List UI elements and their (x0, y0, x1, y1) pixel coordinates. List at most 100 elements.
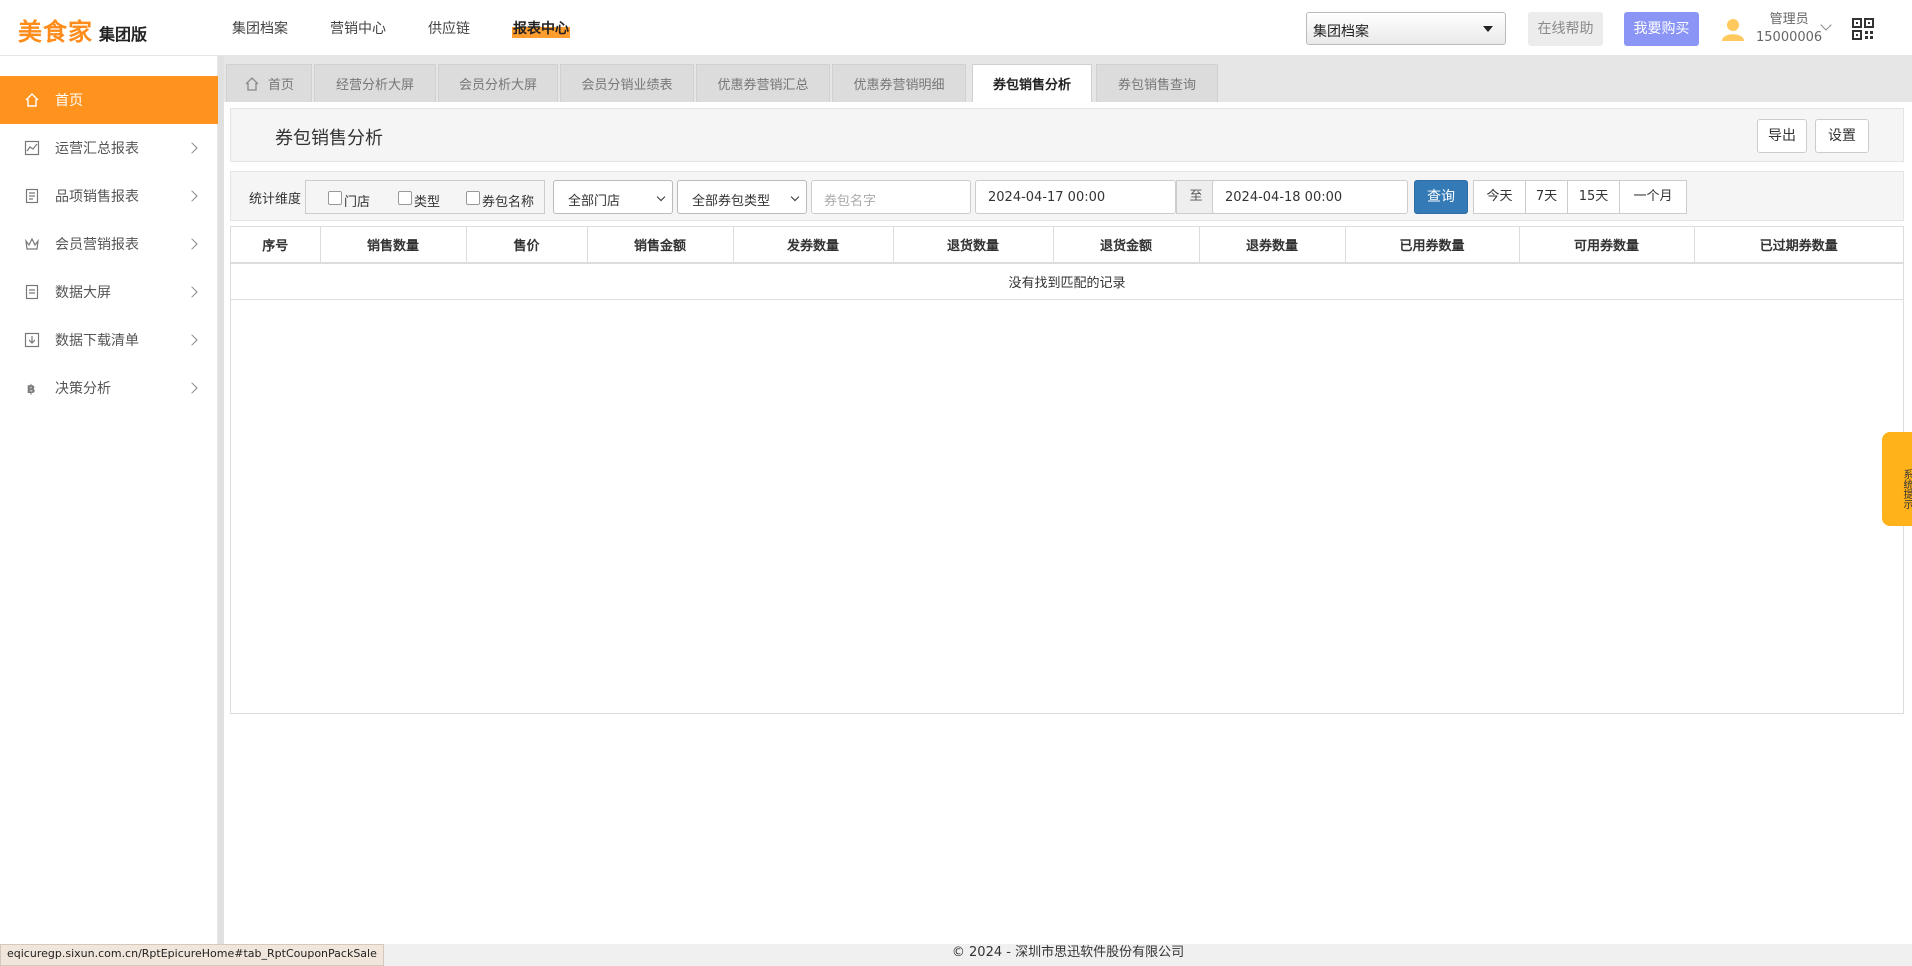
sidebar-item-label: 品项销售报表 (55, 189, 139, 205)
column-header[interactable]: 退货数量 (893, 227, 1054, 264)
type-checkbox-label: 类型 (414, 195, 441, 210)
logo[interactable]: 美食家 集团版 (18, 12, 147, 47)
online-help-button[interactable]: 在线帮助 (1528, 12, 1603, 46)
tab-coupon-marketing-detail[interactable]: 优惠券营销明细 (832, 64, 966, 102)
user-id: 15000006 (1756, 30, 1823, 45)
sidebar-item-label: 数据大屏 (55, 285, 111, 301)
tab-coupon-pack-sales-analysis[interactable]: 券包销售分析 (972, 64, 1092, 102)
tab-label: 优惠券营销明细 (853, 78, 945, 93)
pack-name-input[interactable]: 券包名字 (811, 180, 971, 214)
column-header[interactable]: 已用券数量 (1345, 227, 1520, 264)
pack-type-select-value: 全部券包类型 (692, 194, 771, 209)
store-select-value: 全部门店 (568, 194, 621, 209)
group-select-value: 集团档案 (1313, 24, 1369, 40)
tab-label: 券包销售查询 (1117, 78, 1196, 93)
sidebar-item-home[interactable]: 首页 (0, 76, 218, 124)
column-header[interactable]: 售价 (466, 227, 588, 264)
bitcoin-icon: ฿ (24, 380, 40, 396)
range-month-button[interactable]: 一个月 (1619, 180, 1687, 214)
pack-name-checkbox[interactable] (466, 191, 480, 205)
chevron-right-icon (186, 334, 198, 346)
download-icon (24, 332, 40, 348)
footer-copyright: © 2024 - 深圳市思迅软件股份有限公司 (951, 945, 1185, 960)
nav-marketing-center[interactable]: 营销中心 (330, 18, 386, 38)
export-button[interactable]: 导出 (1757, 119, 1807, 153)
user-avatar-icon[interactable] (1720, 16, 1746, 42)
nav-group-archive[interactable]: 集团档案 (232, 18, 288, 38)
column-header[interactable]: 销售数量 (320, 227, 467, 264)
tab-label: 会员分析大屏 (458, 78, 537, 93)
tab-bar: 首页 经营分析大屏 会员分析大屏 会员分销业绩表 优惠券营销汇总 优惠券营销明细… (224, 56, 1912, 102)
home-icon (245, 76, 259, 91)
tab-member-distribution-performance[interactable]: 会员分销业绩表 (560, 64, 694, 102)
empty-message: 没有找到匹配的记录 (231, 263, 1903, 300)
range-7days-button[interactable]: 7天 (1525, 180, 1568, 214)
sidebar-item-item-sales[interactable]: 品项销售报表 (0, 172, 218, 220)
tab-business-analysis-screen[interactable]: 经营分析大屏 (314, 64, 436, 102)
screen-icon (24, 284, 40, 300)
chevron-right-icon (186, 382, 198, 394)
table-row: 没有找到匹配的记录 (231, 263, 1903, 300)
tab-coupon-pack-sales-query[interactable]: 券包销售查询 (1096, 64, 1218, 102)
settings-button[interactable]: 设置 (1815, 119, 1869, 153)
chevron-right-icon (186, 190, 198, 202)
top-bar: 美食家 集团版 集团档案 营销中心 供应链 报表中心 集团档案 在线帮助 我要购… (0, 0, 1912, 56)
system-tip-tab[interactable]: 系统提示 (1882, 432, 1912, 526)
tab-label: 券包销售分析 (992, 78, 1071, 93)
edition-label: 集团版 (99, 25, 148, 44)
panel-header: 券包销售分析 导出 设置 (230, 108, 1904, 162)
range-today-button[interactable]: 今天 (1473, 180, 1526, 214)
tab-label: 经营分析大屏 (335, 78, 414, 93)
column-header[interactable]: 可用券数量 (1519, 227, 1695, 264)
caret-down-icon (1483, 26, 1493, 32)
sidebar: 首页 运营汇总报表 品项销售报表 会员营销报表 数据大屏 数据下载清单 ฿ 决策… (0, 56, 218, 966)
user-role: 管理员 (1769, 12, 1809, 27)
column-header[interactable]: 退货金额 (1053, 227, 1200, 264)
tab-label: 优惠券营销汇总 (717, 78, 809, 93)
crown-icon (24, 236, 40, 252)
trend-chart-icon (24, 140, 40, 156)
sidebar-item-member-marketing[interactable]: 会员营销报表 (0, 220, 218, 268)
sidebar-item-operations-summary[interactable]: 运营汇总报表 (0, 124, 218, 172)
sidebar-item-data-screen[interactable]: 数据大屏 (0, 268, 218, 316)
group-select[interactable]: 集团档案 (1306, 12, 1506, 45)
type-checkbox[interactable] (398, 191, 412, 205)
store-select[interactable]: 全部门店 (553, 180, 673, 214)
end-date-input[interactable]: 2024-04-18 00:00 (1212, 180, 1408, 214)
column-header[interactable]: 销售金额 (587, 227, 734, 264)
start-date-input[interactable]: 2024-04-17 00:00 (975, 180, 1176, 214)
tab-coupon-marketing-summary[interactable]: 优惠券营销汇总 (696, 64, 830, 102)
dimension-checkbox-group: 门店 类型 券包名称 (305, 180, 545, 214)
filter-bar: 统计维度 门店 类型 券包名称 全部门店 全部券包类型 券包名字 2024-04… (230, 171, 1904, 221)
buy-button[interactable]: 我要购买 (1624, 12, 1699, 46)
user-info[interactable]: 管理员 15000006 (1756, 11, 1822, 47)
column-header[interactable]: 退券数量 (1199, 227, 1346, 264)
pack-name-checkbox-label: 券包名称 (482, 195, 535, 210)
sidebar-item-label: 运营汇总报表 (55, 141, 139, 157)
tab-home[interactable]: 首页 (226, 64, 312, 102)
tab-member-analysis-screen[interactable]: 会员分析大屏 (438, 64, 558, 102)
document-icon (24, 188, 40, 204)
qr-code-icon[interactable] (1852, 18, 1874, 40)
store-checkbox[interactable] (328, 191, 342, 205)
column-header[interactable]: 已过期券数量 (1694, 227, 1903, 264)
page-title: 券包销售分析 (275, 128, 383, 149)
top-nav: 集团档案 营销中心 供应链 报表中心 (232, 18, 612, 38)
range-15days-button[interactable]: 15天 (1567, 180, 1620, 214)
sidebar-item-label: 决策分析 (55, 381, 111, 397)
query-button[interactable]: 查询 (1414, 180, 1468, 214)
main-content: 券包销售分析 导出 设置 统计维度 门店 类型 券包名称 全部门店 全部券包类型… (224, 102, 1912, 944)
results-table: 序号 销售数量 售价 销售金额 发券数量 退货数量 退货金额 退券数量 已用券数… (230, 226, 1904, 714)
tab-label: 会员分销业绩表 (581, 78, 673, 93)
pack-type-select[interactable]: 全部券包类型 (677, 180, 807, 214)
sidebar-item-download-list[interactable]: 数据下载清单 (0, 316, 218, 364)
nav-supply-chain[interactable]: 供应链 (428, 18, 470, 38)
chevron-right-icon (186, 286, 198, 298)
column-header[interactable]: 序号 (231, 227, 321, 264)
column-header[interactable]: 发券数量 (733, 227, 894, 264)
sidebar-item-decision-analysis[interactable]: ฿ 决策分析 (0, 364, 218, 412)
nav-report-center[interactable]: 报表中心 (512, 18, 570, 38)
tab-label: 首页 (267, 78, 294, 93)
chevron-down-icon (656, 192, 666, 202)
chevron-right-icon (186, 142, 198, 154)
